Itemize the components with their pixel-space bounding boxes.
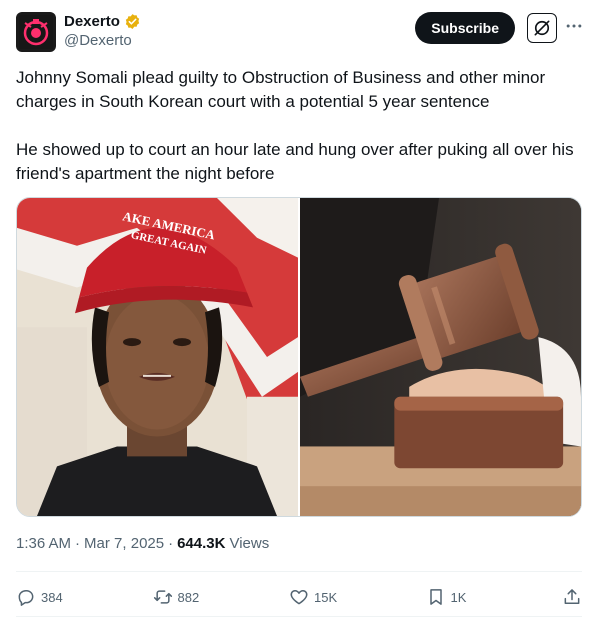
bookmark-icon <box>429 589 442 605</box>
divider-top <box>16 571 582 572</box>
divider-bottom <box>16 616 582 617</box>
subscribe-button[interactable]: Subscribe <box>415 12 515 44</box>
tweet-date[interactable]: Mar 7, 2025 <box>84 535 164 552</box>
more-button[interactable] <box>564 16 584 36</box>
heart-icon <box>290 590 308 605</box>
grok-button[interactable] <box>527 13 557 43</box>
handle[interactable]: @Dexerto <box>64 32 141 49</box>
tweet-time[interactable]: 1:36 AM <box>16 535 71 552</box>
bookmark-button[interactable]: 1K <box>426 587 546 607</box>
photo-man-red-hat: AKE AMERICA GREAT AGAIN <box>17 198 298 516</box>
bookmark-count: 1K <box>450 589 467 605</box>
reply-icon <box>18 590 34 606</box>
media-image-left[interactable]: AKE AMERICA GREAT AGAIN <box>17 198 298 516</box>
name-block: Dexerto @Dexerto <box>64 13 141 49</box>
tweet-meta: 1:36 AM · Mar 7, 2025 · 644.3K Views <box>16 535 269 552</box>
repost-button[interactable]: 882 <box>153 587 273 607</box>
tweet-paragraph-1: Johnny Somali plead guilty to Obstructio… <box>16 68 550 111</box>
dexerto-logo-icon <box>19 15 53 49</box>
tweet-paragraph-2: He showed up to court an hour late and h… <box>16 140 579 183</box>
share-icon <box>564 589 580 604</box>
avatar[interactable] <box>16 12 56 52</box>
repost-icon <box>153 590 172 604</box>
views-label: Views <box>229 535 270 552</box>
like-count: 15K <box>314 589 338 605</box>
views-count[interactable]: 644.3K <box>177 535 225 552</box>
media-grid: AKE AMERICA GREAT AGAIN <box>16 197 582 517</box>
more-icon <box>566 24 582 28</box>
grok-icon <box>534 20 550 36</box>
like-button[interactable]: 15K <box>289 587 409 607</box>
meta-separator: · <box>168 535 174 552</box>
meta-separator: · <box>75 535 81 552</box>
repost-count: 882 <box>177 589 200 605</box>
tweet-header: Dexerto @Dexerto Subscribe <box>16 12 584 56</box>
reply-button[interactable]: 384 <box>16 587 136 607</box>
action-bar: 384 882 15K 1K <box>16 584 582 610</box>
media-image-right[interactable] <box>300 198 581 516</box>
share-button[interactable] <box>562 587 582 607</box>
tweet-text: Johnny Somali plead guilty to Obstructio… <box>16 66 576 186</box>
reply-count: 384 <box>41 589 63 605</box>
verified-badge-icon[interactable] <box>124 13 141 30</box>
photo-judge-gavel <box>300 198 581 516</box>
display-name[interactable]: Dexerto <box>64 13 120 30</box>
